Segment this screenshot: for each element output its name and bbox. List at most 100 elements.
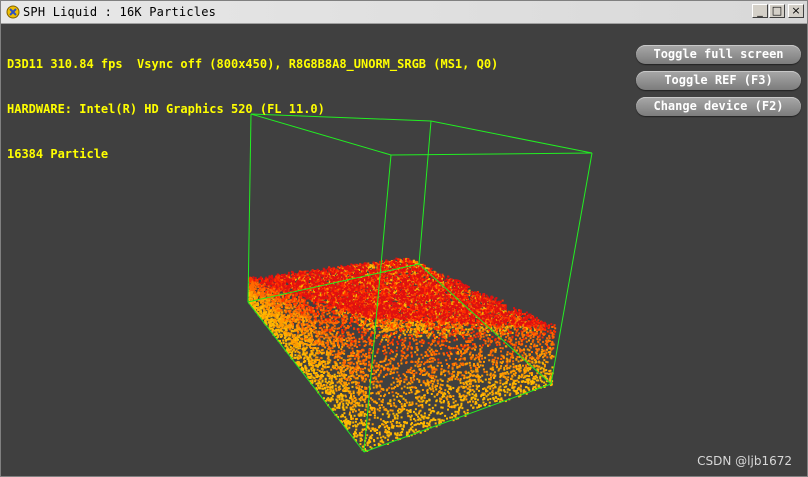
particle bbox=[503, 386, 506, 389]
particle bbox=[413, 328, 416, 331]
particle bbox=[389, 420, 392, 423]
particle bbox=[517, 318, 520, 321]
particle bbox=[321, 330, 324, 333]
particle bbox=[441, 273, 444, 276]
particle bbox=[448, 329, 451, 332]
particle bbox=[400, 416, 403, 419]
particle bbox=[358, 337, 361, 340]
maximize-button[interactable]: □ bbox=[769, 4, 785, 18]
particle bbox=[351, 385, 354, 388]
particle bbox=[420, 328, 423, 331]
particle bbox=[541, 346, 544, 348]
particle bbox=[383, 352, 386, 355]
particle bbox=[449, 350, 452, 353]
particle bbox=[421, 324, 424, 326]
particle bbox=[412, 333, 415, 336]
particle bbox=[432, 374, 435, 377]
particle bbox=[342, 404, 345, 407]
particle bbox=[399, 377, 402, 380]
particle bbox=[506, 325, 509, 328]
particle bbox=[409, 322, 412, 325]
particle bbox=[386, 329, 389, 332]
close-button[interactable]: × bbox=[788, 4, 804, 18]
particle bbox=[465, 328, 468, 331]
particle bbox=[388, 328, 391, 331]
particle bbox=[399, 395, 402, 397]
particle bbox=[382, 330, 385, 332]
particle bbox=[400, 324, 403, 327]
particle bbox=[356, 377, 359, 380]
particle bbox=[355, 373, 358, 376]
particle bbox=[515, 331, 518, 334]
particle bbox=[443, 332, 446, 335]
particle bbox=[409, 409, 412, 412]
particle bbox=[441, 384, 444, 387]
particle bbox=[461, 407, 464, 410]
particle bbox=[511, 331, 514, 334]
particle bbox=[533, 329, 536, 332]
particle bbox=[455, 413, 457, 416]
particle bbox=[392, 402, 395, 405]
particle bbox=[541, 380, 544, 383]
particle bbox=[404, 333, 407, 336]
title-bar[interactable]: SPH Liquid : 16K Particles _ □ × bbox=[1, 1, 807, 24]
particle bbox=[399, 330, 402, 333]
particle bbox=[356, 423, 359, 426]
particle bbox=[321, 335, 324, 338]
particle bbox=[437, 331, 440, 334]
particle bbox=[408, 401, 411, 404]
particle bbox=[282, 342, 285, 344]
particle bbox=[280, 311, 283, 314]
particle bbox=[376, 350, 379, 353]
particle bbox=[528, 375, 530, 378]
particle bbox=[496, 344, 499, 346]
particle bbox=[437, 358, 440, 361]
particle bbox=[454, 358, 457, 360]
particle bbox=[376, 429, 379, 431]
particle bbox=[432, 380, 435, 383]
particle bbox=[509, 383, 511, 386]
particle bbox=[409, 368, 412, 371]
particle bbox=[366, 434, 369, 437]
particle bbox=[542, 340, 545, 343]
particle bbox=[381, 338, 384, 341]
particle bbox=[393, 404, 396, 407]
particle bbox=[376, 408, 379, 411]
particle bbox=[399, 339, 402, 342]
particle bbox=[359, 399, 362, 402]
particle bbox=[302, 320, 305, 323]
particle bbox=[411, 425, 414, 428]
particle bbox=[451, 372, 454, 375]
particle bbox=[415, 323, 418, 326]
particle bbox=[435, 375, 438, 378]
particle bbox=[526, 327, 529, 330]
particle bbox=[310, 324, 313, 327]
particle bbox=[494, 386, 497, 389]
particle bbox=[467, 328, 470, 331]
particle bbox=[324, 380, 327, 383]
particle bbox=[395, 321, 398, 324]
particle bbox=[345, 406, 348, 409]
particle bbox=[364, 394, 367, 397]
particle bbox=[503, 366, 506, 369]
window-title: SPH Liquid : 16K Particles bbox=[23, 5, 217, 19]
particle bbox=[436, 382, 439, 385]
particle bbox=[372, 386, 375, 389]
particle bbox=[508, 367, 511, 370]
particle bbox=[418, 321, 421, 324]
particle bbox=[442, 326, 445, 329]
particle bbox=[333, 310, 336, 313]
particle bbox=[391, 338, 394, 341]
particle bbox=[468, 289, 471, 292]
particle bbox=[461, 348, 464, 350]
particle bbox=[376, 416, 379, 419]
particle bbox=[446, 351, 448, 354]
particle bbox=[398, 326, 401, 329]
particle bbox=[320, 352, 323, 355]
particle bbox=[356, 346, 358, 348]
particle bbox=[378, 331, 381, 334]
minimize-button[interactable]: _ bbox=[752, 4, 768, 18]
particle bbox=[380, 319, 383, 322]
particle bbox=[445, 322, 448, 324]
render-viewport[interactable]: D3D11 310.84 fps Vsync off (800x450), R8… bbox=[2, 24, 807, 476]
